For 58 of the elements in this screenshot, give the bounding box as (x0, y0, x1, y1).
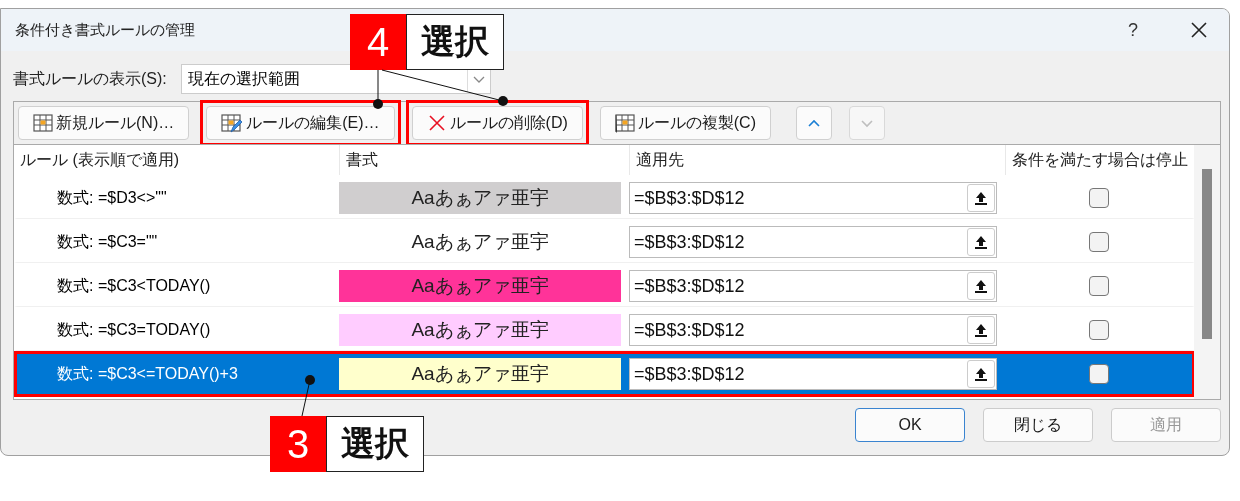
stop-checkbox[interactable] (1088, 276, 1109, 296)
range-picker-button[interactable] (967, 184, 995, 212)
delete-icon (426, 113, 447, 133)
format-preview: Aaあぁアァ亜宇 (339, 182, 621, 214)
help-button[interactable]: ? (1113, 19, 1153, 41)
range-picker-button[interactable] (967, 360, 995, 388)
table-row[interactable]: 数式: =$C3<=TODAY()+3 Aaあぁアァ亜宇 =$B$3:$D$12 (14, 351, 1195, 397)
stop-checkbox[interactable] (1088, 320, 1109, 340)
upload-arrow-icon (974, 278, 988, 294)
table-pencil-icon (221, 113, 244, 133)
format-preview: Aaあぁアァ亜宇 (339, 270, 621, 302)
table-row[interactable]: 数式: =$C3="" Aaあぁアァ亜宇 =$B$3:$D$12 (14, 219, 1195, 263)
window-title: 条件付き書式ルールの管理 (15, 20, 196, 40)
new-rule-button[interactable]: 新規ルール(N)… (18, 106, 190, 140)
chevron-down-icon (471, 74, 486, 84)
dialog-button[interactable]: 閉じる (983, 408, 1093, 442)
range-picker-button[interactable] (967, 228, 995, 256)
copy-rule-button[interactable]: ルールの複製(C) (599, 106, 771, 140)
stop-checkbox[interactable] (1088, 188, 1109, 208)
table-row[interactable]: 数式: =$C3<TODAY() Aaあぁアァ亜宇 =$B$3:$D$12 (14, 263, 1195, 307)
stop-checkbox[interactable] (1088, 364, 1109, 384)
column-header: ルール (表示順で適用) (19, 149, 181, 170)
range-field[interactable]: =$B$3:$D$12 (629, 270, 997, 302)
format-preview: Aaあぁアァ亜宇 (339, 358, 621, 390)
edit-rule-button[interactable]: ルールの編集(E)… (206, 106, 395, 140)
step-number: 3 (270, 416, 326, 472)
scrollbar[interactable] (1194, 145, 1220, 399)
delete-rule-button[interactable]: ルールの削除(D) (411, 106, 583, 140)
upload-arrow-icon (974, 366, 988, 382)
rule-text: 数式: =$C3<=TODAY()+3 (56, 363, 239, 384)
rule-text: 数式: =$D3<>"" (56, 187, 168, 208)
upload-arrow-icon (974, 234, 988, 250)
leader-line (301, 375, 315, 417)
column-header: 書式 (339, 145, 629, 175)
table-icon (614, 113, 635, 133)
rule-text: 数式: =$C3<TODAY() (56, 275, 212, 296)
range-field[interactable]: =$B$3:$D$12 (629, 314, 997, 346)
range-picker-button[interactable] (967, 272, 995, 300)
table-row[interactable]: 数式: =$D3<>"" Aaあぁアァ亜宇 =$B$3:$D$12 (14, 175, 1195, 219)
rule-text: 数式: =$C3=TODAY() (56, 319, 212, 340)
range-picker-button[interactable] (967, 316, 995, 344)
upload-arrow-icon (974, 322, 988, 338)
table-icon (33, 113, 53, 133)
upload-arrow-icon (974, 190, 988, 206)
stop-checkbox[interactable] (1088, 232, 1109, 252)
step-number: 4 (350, 14, 406, 70)
range-field[interactable]: =$B$3:$D$12 (629, 358, 997, 390)
dialog-button[interactable]: OK (855, 408, 965, 442)
format-preview: Aaあぁアァ亜宇 (339, 314, 621, 346)
range-field[interactable]: =$B$3:$D$12 (629, 182, 997, 214)
callout-label: 選択 (326, 416, 424, 472)
table-row[interactable]: 数式: =$C3=TODAY() Aaあぁアァ亜宇 =$B$3:$D$12 (14, 307, 1195, 351)
close-icon (1190, 21, 1208, 39)
field-label: 書式ルールの表示(S): (13, 68, 167, 89)
column-header: 適用先 (629, 145, 1005, 175)
rule-text: 数式: =$C3="" (56, 231, 159, 252)
callout-label: 選択 (406, 14, 504, 70)
range-field[interactable]: =$B$3:$D$12 (629, 226, 997, 258)
